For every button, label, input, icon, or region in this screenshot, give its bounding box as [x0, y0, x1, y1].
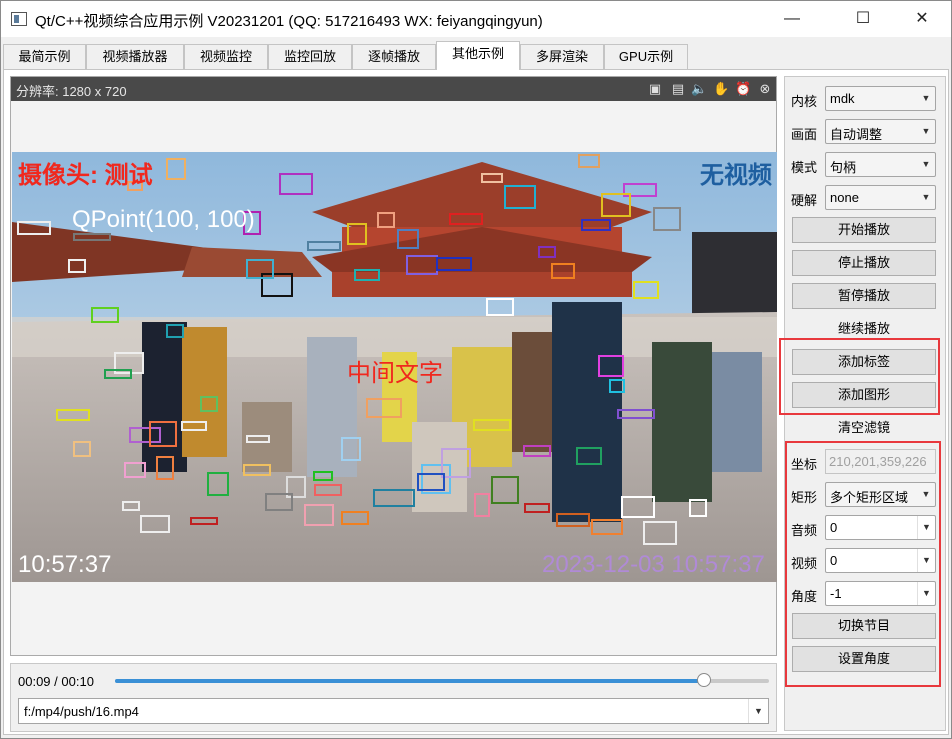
- chevron-down-icon: ▼: [921, 159, 931, 169]
- video-frame-image: 摄像头: 测试 无视频 QPoint(100, 100) 中间文字 10:57:…: [12, 152, 777, 582]
- hwdec-select[interactable]: none ▼: [825, 185, 936, 210]
- tab-frame-by-frame[interactable]: 逐帧播放: [352, 44, 436, 69]
- window-title: Qt/C++视频综合应用示例 V20231201 (QQ: 517216493 …: [35, 13, 543, 30]
- snapshot-icon[interactable]: ▤: [670, 81, 686, 97]
- video-header-bar: 分辨率: 1280 x 720 ▣ ▤ 🔈 ✋ ⏰ ⊗: [11, 77, 776, 101]
- picture-value: 自动调整: [830, 127, 883, 142]
- tab-monitor-playback[interactable]: 监控回放: [268, 44, 352, 69]
- minimize-button[interactable]: —: [769, 1, 815, 37]
- record-icon[interactable]: ▣: [647, 81, 663, 97]
- close-video-icon[interactable]: ⊗: [757, 81, 773, 97]
- tab-bar: 最简示例 视频播放器 视频监控 监控回放 逐帧播放 其他示例 多屏渲染 GPU示…: [1, 41, 951, 70]
- core-label: 内核: [791, 94, 818, 109]
- maximize-button[interactable]: ☐: [840, 1, 886, 37]
- close-icon: ✕: [915, 10, 929, 27]
- minimize-icon: —: [784, 10, 800, 27]
- time-label: 00:09 / 00:10: [18, 674, 94, 689]
- start-play-button[interactable]: 开始播放: [792, 217, 936, 243]
- chevron-down-icon: ▼: [921, 126, 931, 136]
- playback-controls: 00:09 / 00:10 f:/mp4/push/16.mp4 ▼: [10, 663, 777, 732]
- highlight-box-label-shape: [779, 338, 940, 415]
- url-combobox[interactable]: f:/mp4/push/16.mp4 ▼: [18, 698, 769, 724]
- osd-point-label: QPoint(100, 100): [72, 206, 255, 233]
- chevron-down-icon: ▼: [921, 93, 931, 103]
- osd-no-video-label: 无视频: [700, 162, 772, 189]
- alarm-icon[interactable]: ⏰: [735, 81, 751, 97]
- highlight-box-params: [785, 441, 941, 687]
- core-select[interactable]: mdk ▼: [825, 86, 936, 111]
- hand-icon[interactable]: ✋: [713, 81, 729, 97]
- maximize-icon: ☐: [855, 10, 871, 27]
- progress-slider[interactable]: [115, 679, 769, 683]
- stop-play-button[interactable]: 停止播放: [792, 250, 936, 276]
- osd-center-label: 中间文字: [347, 360, 443, 387]
- mode-select[interactable]: 句柄 ▼: [825, 152, 936, 177]
- time-current: 00:09: [18, 674, 51, 689]
- progress-handle[interactable]: [696, 673, 711, 687]
- time-total: 00:10: [61, 674, 94, 689]
- close-button[interactable]: ✕: [899, 1, 945, 37]
- main-window: Qt/C++视频综合应用示例 V20231201 (QQ: 517216493 …: [0, 0, 952, 739]
- app-icon: [11, 12, 27, 26]
- progress-fill: [115, 679, 704, 683]
- tab-video-monitor[interactable]: 视频监控: [184, 44, 268, 69]
- url-text: f:/mp4/push/16.mp4: [24, 704, 139, 719]
- tab-gpu[interactable]: GPU示例: [604, 44, 688, 69]
- picture-select[interactable]: 自动调整 ▼: [825, 119, 936, 144]
- hwdec-label: 硬解: [791, 193, 818, 208]
- time-separator: /: [50, 674, 62, 689]
- title-bar[interactable]: Qt/C++视频综合应用示例 V20231201 (QQ: 517216493 …: [1, 1, 951, 37]
- pause-play-button[interactable]: 暂停播放: [792, 283, 936, 309]
- osd-camera-label: 摄像头: 测试: [18, 162, 153, 189]
- clear-filter-button[interactable]: 清空滤镜: [792, 415, 936, 441]
- mode-value: 句柄: [830, 160, 857, 175]
- osd-time-label: 10:57:37: [18, 551, 112, 578]
- tab-video-player[interactable]: 视频播放器: [86, 44, 184, 69]
- chevron-down-icon[interactable]: ▼: [748, 699, 768, 723]
- tab-multi-screen[interactable]: 多屏渲染: [520, 44, 604, 69]
- mode-label: 模式: [791, 160, 818, 175]
- tab-simplest[interactable]: 最简示例: [3, 44, 86, 69]
- core-value: mdk: [830, 91, 855, 106]
- resolution-label: 分辨率: 1280 x 720: [16, 84, 127, 99]
- osd-datetime-label: 2023-12-03 10:57:37: [542, 551, 765, 578]
- picture-label: 画面: [791, 127, 818, 142]
- sound-icon[interactable]: 🔈: [691, 81, 707, 97]
- tab-other-examples[interactable]: 其他示例: [436, 41, 520, 70]
- chevron-down-icon: ▼: [921, 192, 931, 202]
- video-widget[interactable]: 分辨率: 1280 x 720 ▣ ▤ 🔈 ✋ ⏰ ⊗ 摄像头: 测试 无视频 …: [10, 76, 777, 656]
- hwdec-value: none: [830, 190, 859, 205]
